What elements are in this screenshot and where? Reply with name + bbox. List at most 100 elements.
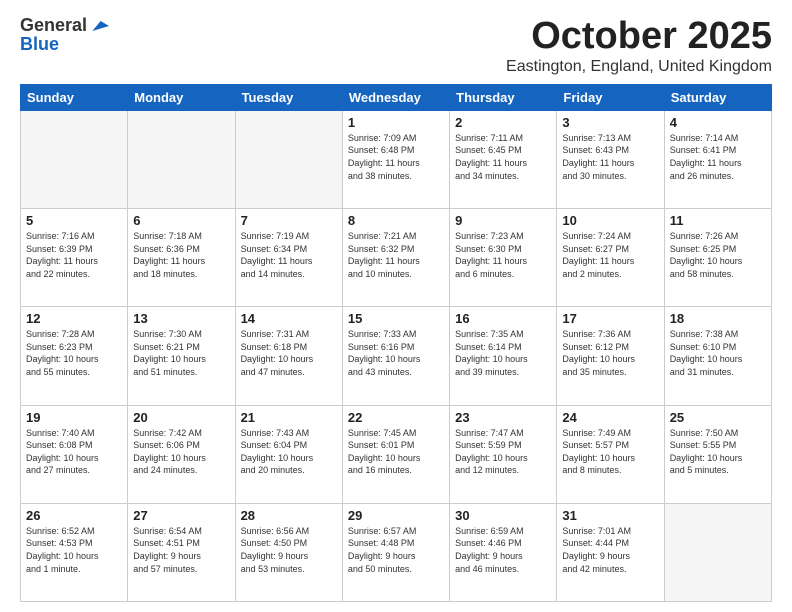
day-info: Sunrise: 6:52 AM Sunset: 4:53 PM Dayligh… xyxy=(26,525,122,575)
day-number: 6 xyxy=(133,213,229,228)
calendar-cell: 29Sunrise: 6:57 AM Sunset: 4:48 PM Dayli… xyxy=(342,503,449,601)
calendar-cell: 9 Sunrise: 7:23 AM Sunset: 6:30 PM Daylig… xyxy=(450,209,557,307)
day-number: 25 xyxy=(670,410,766,425)
day-info: Sunrise: 7:26 AM Sunset: 6:25 PM Dayligh… xyxy=(670,230,766,280)
day-number: 15 xyxy=(348,311,444,326)
calendar-day-header: Monday xyxy=(128,84,235,110)
calendar-cell: 21 Sunrise: 7:43 AM Sunset: 6:04 PM Dayli… xyxy=(235,405,342,503)
calendar-cell: 18Sunrise: 7:38 AM Sunset: 6:10 PM Dayli… xyxy=(664,307,771,405)
calendar-cell: 16 Sunrise: 7:35 AM Sunset: 6:14 PM Dayli… xyxy=(450,307,557,405)
calendar-day-header: Sunday xyxy=(21,84,128,110)
calendar-cell: 5Sunrise: 7:16 AM Sunset: 6:39 PM Daylig… xyxy=(21,209,128,307)
calendar-cell: 22 Sunrise: 7:45 AM Sunset: 6:01 PM Dayli… xyxy=(342,405,449,503)
day-info: Sunrise: 7:47 AM Sunset: 5:59 PM Dayligh… xyxy=(455,427,551,477)
calendar-day-header: Tuesday xyxy=(235,84,342,110)
calendar-week-row: 19Sunrise: 7:40 AM Sunset: 6:08 PM Dayli… xyxy=(21,405,772,503)
calendar-cell: 20 Sunrise: 7:42 AM Sunset: 6:06 PM Dayli… xyxy=(128,405,235,503)
calendar-cell: 27Sunrise: 6:54 AM Sunset: 4:51 PM Dayli… xyxy=(128,503,235,601)
day-number: 12 xyxy=(26,311,122,326)
calendar-cell: 1Sunrise: 7:09 AM Sunset: 6:48 PM Daylig… xyxy=(342,110,449,208)
day-info: Sunrise: 7:11 AM Sunset: 6:45 PM Dayligh… xyxy=(455,132,551,182)
day-number: 28 xyxy=(241,508,337,523)
day-number: 21 xyxy=(241,410,337,425)
calendar-cell: 31 Sunrise: 7:01 AM Sunset: 4:44 PM Dayli… xyxy=(557,503,664,601)
day-info: Sunrise: 7:19 AM Sunset: 6:34 PM Dayligh… xyxy=(241,230,337,280)
day-number: 16 xyxy=(455,311,551,326)
day-info: Sunrise: 7:35 AM Sunset: 6:14 PM Dayligh… xyxy=(455,328,551,378)
day-number: 11 xyxy=(670,213,766,228)
day-info: Sunrise: 7:01 AM Sunset: 4:44 PM Dayligh… xyxy=(562,525,658,575)
day-number: 13 xyxy=(133,311,229,326)
day-number: 26 xyxy=(26,508,122,523)
calendar-week-row: 1Sunrise: 7:09 AM Sunset: 6:48 PM Daylig… xyxy=(21,110,772,208)
logo-text: General xyxy=(20,16,109,36)
day-number: 23 xyxy=(455,410,551,425)
day-info: Sunrise: 7:13 AM Sunset: 6:43 PM Dayligh… xyxy=(562,132,658,182)
calendar-day-header: Saturday xyxy=(664,84,771,110)
day-info: Sunrise: 7:36 AM Sunset: 6:12 PM Dayligh… xyxy=(562,328,658,378)
calendar-header-row: SundayMondayTuesdayWednesdayThursdayFrid… xyxy=(21,84,772,110)
calendar-day-header: Wednesday xyxy=(342,84,449,110)
day-info: Sunrise: 7:40 AM Sunset: 6:08 PM Dayligh… xyxy=(26,427,122,477)
calendar-cell: 19Sunrise: 7:40 AM Sunset: 6:08 PM Dayli… xyxy=(21,405,128,503)
calendar-cell: 12 Sunrise: 7:28 AM Sunset: 6:23 PM Dayli… xyxy=(21,307,128,405)
day-number: 5 xyxy=(26,213,122,228)
calendar-cell: 17Sunrise: 7:36 AM Sunset: 6:12 PM Dayli… xyxy=(557,307,664,405)
day-info: Sunrise: 7:42 AM Sunset: 6:06 PM Dayligh… xyxy=(133,427,229,477)
calendar-week-row: 5Sunrise: 7:16 AM Sunset: 6:39 PM Daylig… xyxy=(21,209,772,307)
day-info: Sunrise: 7:38 AM Sunset: 6:10 PM Dayligh… xyxy=(670,328,766,378)
day-number: 1 xyxy=(348,115,444,130)
day-info: Sunrise: 7:18 AM Sunset: 6:36 PM Dayligh… xyxy=(133,230,229,280)
calendar-cell xyxy=(235,110,342,208)
logo: General Blue xyxy=(20,16,109,55)
day-info: Sunrise: 7:33 AM Sunset: 6:16 PM Dayligh… xyxy=(348,328,444,378)
day-number: 10 xyxy=(562,213,658,228)
title-area: October 2025 Eastington, England, United… xyxy=(506,16,772,76)
day-number: 14 xyxy=(241,311,337,326)
day-number: 30 xyxy=(455,508,551,523)
calendar-week-row: 12 Sunrise: 7:28 AM Sunset: 6:23 PM Dayli… xyxy=(21,307,772,405)
calendar-day-header: Thursday xyxy=(450,84,557,110)
day-info: Sunrise: 7:28 AM Sunset: 6:23 PM Dayligh… xyxy=(26,328,122,378)
calendar-cell: 11 Sunrise: 7:26 AM Sunset: 6:25 PM Dayli… xyxy=(664,209,771,307)
day-number: 22 xyxy=(348,410,444,425)
logo-general: General xyxy=(20,16,87,36)
calendar-day-header: Friday xyxy=(557,84,664,110)
calendar-week-row: 26 Sunrise: 6:52 AM Sunset: 4:53 PM Dayli… xyxy=(21,503,772,601)
calendar-cell xyxy=(21,110,128,208)
day-info: Sunrise: 7:49 AM Sunset: 5:57 PM Dayligh… xyxy=(562,427,658,477)
calendar-cell xyxy=(128,110,235,208)
logo-blue: Blue xyxy=(20,34,59,54)
calendar-cell: 28 Sunrise: 6:56 AM Sunset: 4:50 PM Dayli… xyxy=(235,503,342,601)
day-info: Sunrise: 6:57 AM Sunset: 4:48 PM Dayligh… xyxy=(348,525,444,575)
day-number: 9 xyxy=(455,213,551,228)
day-info: Sunrise: 7:45 AM Sunset: 6:01 PM Dayligh… xyxy=(348,427,444,477)
day-number: 2 xyxy=(455,115,551,130)
page: General Blue October 2025 Eastington, En… xyxy=(0,0,792,612)
day-info: Sunrise: 7:14 AM Sunset: 6:41 PM Dayligh… xyxy=(670,132,766,182)
calendar-cell: 3Sunrise: 7:13 AM Sunset: 6:43 PM Daylig… xyxy=(557,110,664,208)
day-info: Sunrise: 7:23 AM Sunset: 6:30 PM Dayligh… xyxy=(455,230,551,280)
calendar-cell xyxy=(664,503,771,601)
day-number: 7 xyxy=(241,213,337,228)
calendar-cell: 30 Sunrise: 6:59 AM Sunset: 4:46 PM Dayli… xyxy=(450,503,557,601)
calendar-cell: 23 Sunrise: 7:47 AM Sunset: 5:59 PM Dayli… xyxy=(450,405,557,503)
calendar-cell: 4 Sunrise: 7:14 AM Sunset: 6:41 PM Daylig… xyxy=(664,110,771,208)
calendar-cell: 15 Sunrise: 7:33 AM Sunset: 6:16 PM Dayli… xyxy=(342,307,449,405)
day-number: 4 xyxy=(670,115,766,130)
day-number: 20 xyxy=(133,410,229,425)
month-title: October 2025 xyxy=(506,16,772,58)
location: Eastington, England, United Kingdom xyxy=(506,58,772,76)
day-info: Sunrise: 6:56 AM Sunset: 4:50 PM Dayligh… xyxy=(241,525,337,575)
logo-icon xyxy=(89,16,109,36)
calendar-cell: 14Sunrise: 7:31 AM Sunset: 6:18 PM Dayli… xyxy=(235,307,342,405)
day-info: Sunrise: 7:43 AM Sunset: 6:04 PM Dayligh… xyxy=(241,427,337,477)
day-info: Sunrise: 6:59 AM Sunset: 4:46 PM Dayligh… xyxy=(455,525,551,575)
calendar-cell: 8Sunrise: 7:21 AM Sunset: 6:32 PM Daylig… xyxy=(342,209,449,307)
calendar-cell: 7 Sunrise: 7:19 AM Sunset: 6:34 PM Daylig… xyxy=(235,209,342,307)
calendar-cell: 25Sunrise: 7:50 AM Sunset: 5:55 PM Dayli… xyxy=(664,405,771,503)
day-number: 8 xyxy=(348,213,444,228)
day-number: 24 xyxy=(562,410,658,425)
day-info: Sunrise: 6:54 AM Sunset: 4:51 PM Dayligh… xyxy=(133,525,229,575)
day-number: 31 xyxy=(562,508,658,523)
